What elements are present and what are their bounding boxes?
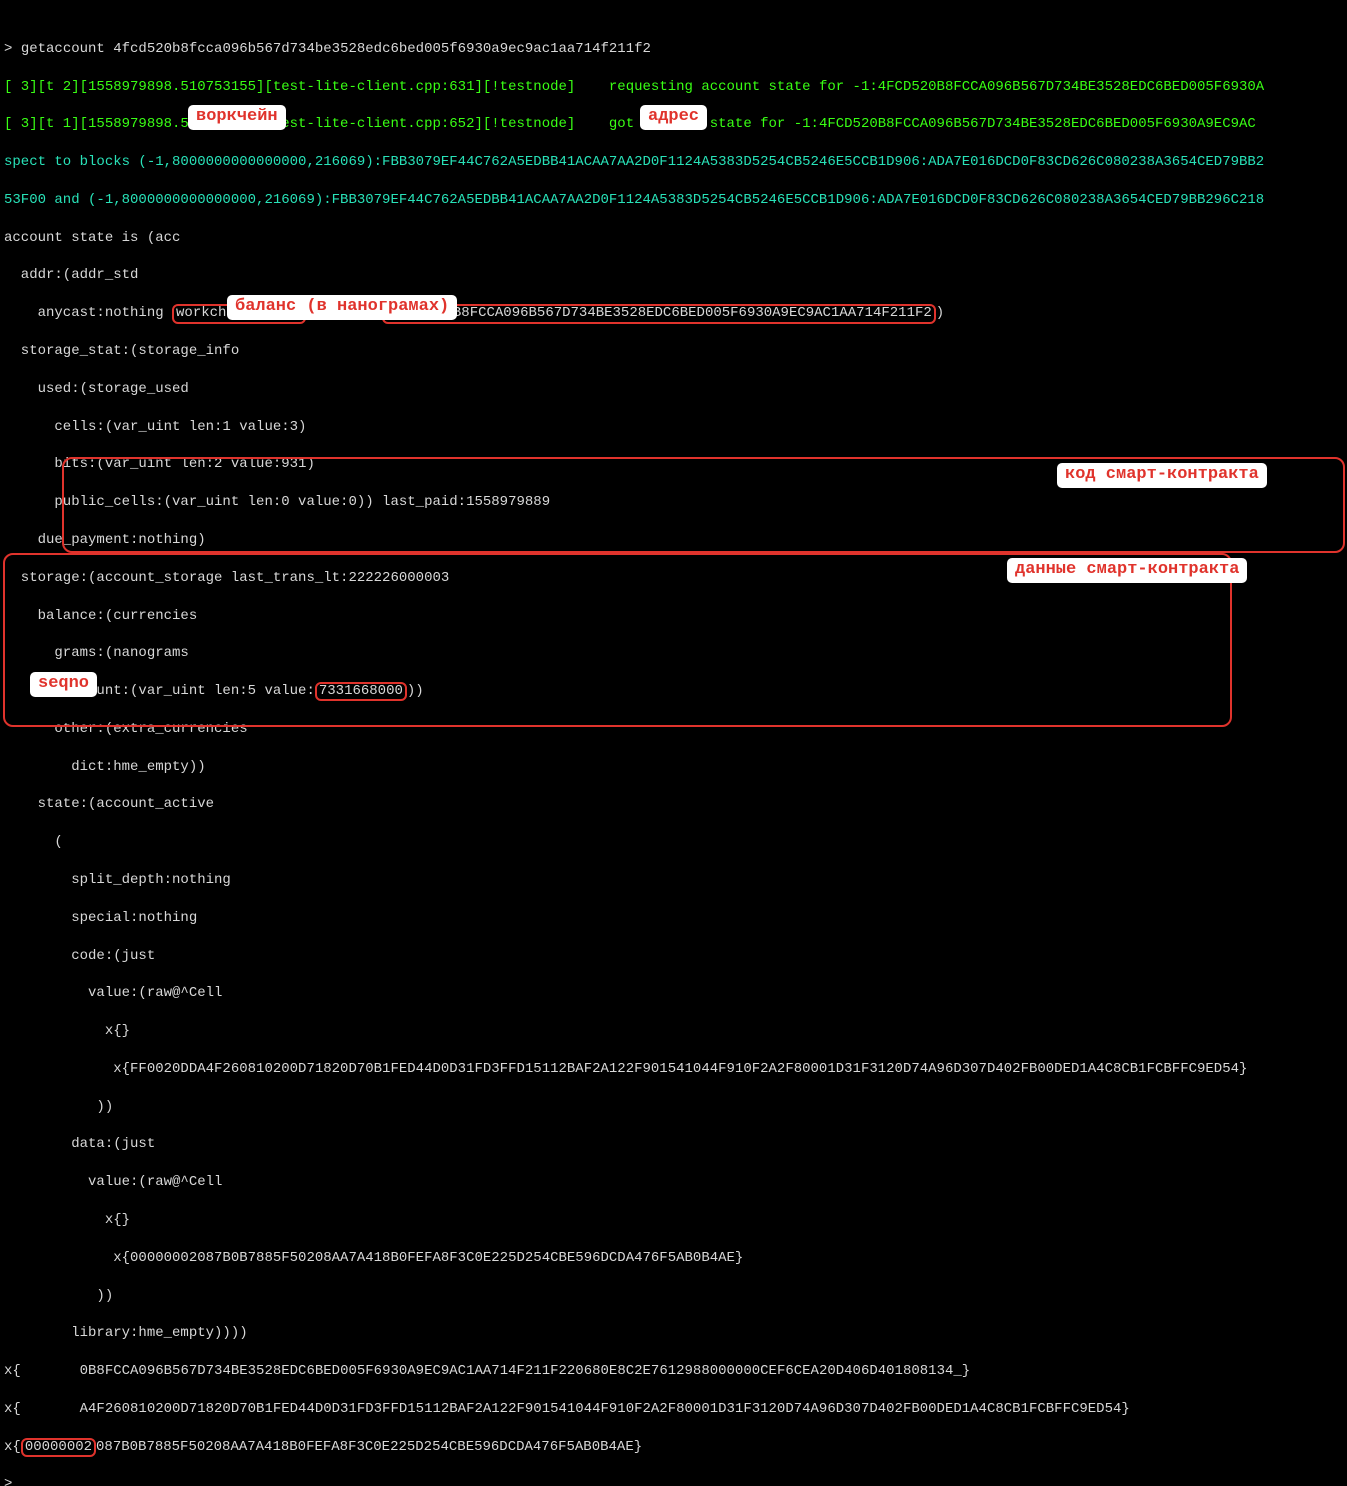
data-just: data:(just: [4, 1135, 1343, 1154]
tail3-pre: x{: [4, 1439, 21, 1455]
bits: bits:(var_uint len:2 value:931): [4, 455, 1343, 474]
seqno-value: 00000002: [21, 1438, 96, 1457]
x-empty-2: x{}: [4, 1211, 1343, 1230]
address-value: x4FCD520B8FCCA096B567D734BE3528EDC6BED00…: [382, 304, 936, 323]
x-empty-1: x{}: [4, 1022, 1343, 1041]
storage-used: used:(storage_used: [4, 380, 1343, 399]
split-depth: split_depth:nothing: [4, 871, 1343, 890]
balance: balance:(currencies: [4, 607, 1343, 626]
close-paren-1: )): [4, 1098, 1343, 1117]
log-line-1-prefix: [ 3][t 2][1558979898.510753155][test-lit…: [4, 79, 575, 95]
log-line-2-msg: got account state for -1:4FCD520B8FCCA09…: [609, 116, 1256, 132]
storage-stat: storage_stat:(storage_info: [4, 342, 1343, 361]
amount-value: 7331668000: [315, 682, 407, 701]
final-prompt: >: [4, 1475, 1343, 1486]
workchain-id-value: workchain_id:-1: [172, 304, 306, 323]
value-raw-1: value:(raw@^Cell: [4, 984, 1343, 1003]
data-hex: x{00000002087B0B7885F50208AA7A418B0FEFA8…: [4, 1249, 1343, 1268]
other: other:(extra_currencies: [4, 720, 1343, 739]
tail3-post: 087B0B7885F50208AA7A418B0FEFA8F3C0E225D2…: [96, 1439, 642, 1455]
state-active: state:(account_active: [4, 795, 1343, 814]
terminal-output[interactable]: > getaccount 4fcd520b8fcca096b567d734be3…: [0, 0, 1347, 1486]
prompt-symbol: >: [4, 41, 21, 57]
amount-post: )): [407, 683, 424, 699]
tail1-pre: x{: [4, 1363, 21, 1379]
special: special:nothing: [4, 909, 1343, 928]
value-raw-2: value:(raw@^Cell: [4, 1173, 1343, 1192]
account-state-is: account state is (acc: [4, 229, 1343, 248]
cyan-line-2: 53F00 and (-1,8000000000000000,216069):F…: [4, 191, 1343, 210]
anycast-nothing: anycast:nothing: [4, 305, 172, 321]
amount-pre: amount:(var_uint len:5 value:: [4, 683, 315, 699]
public-cells: public_cells:(var_uint len:0 value:0)) l…: [4, 493, 1343, 512]
close-paren-2: )): [4, 1287, 1343, 1306]
cyan-line-1: spect to blocks (-1,8000000000000000,216…: [4, 153, 1343, 172]
storage: storage:(account_storage last_trans_lt:2…: [4, 569, 1343, 588]
tail2: x{ A4F260810200D71820D70B1FED44D0D31FD3F…: [4, 1400, 1343, 1419]
log-line-1-msg: requesting account state for -1:4FCD520B…: [609, 79, 1264, 95]
tail1-mid: 0B8FCCA096B567D734BE3528EDC6BED005F6930A…: [80, 1363, 971, 1379]
addr-std: addr:(addr_std: [4, 266, 1343, 285]
log-line-2-prefix: [ 3][t 1][1558979898.555527925][test-lit…: [4, 116, 575, 132]
open-paren: (: [4, 833, 1343, 852]
code-just: code:(just: [4, 947, 1343, 966]
command-text: getaccount 4fcd520b8fcca096b567d734be352…: [21, 41, 651, 57]
code-hex: x{FF0020DDA4F260810200D71820D70B1FED44D0…: [4, 1060, 1343, 1079]
library: library:hme_empty)))): [4, 1324, 1343, 1343]
address-label: address:: [306, 305, 382, 321]
due-payment: due_payment:nothing): [4, 531, 1343, 550]
dict: dict:hme_empty)): [4, 758, 1343, 777]
cells: cells:(var_uint len:1 value:3): [4, 418, 1343, 437]
grams: grams:(nanograms: [4, 644, 1343, 663]
